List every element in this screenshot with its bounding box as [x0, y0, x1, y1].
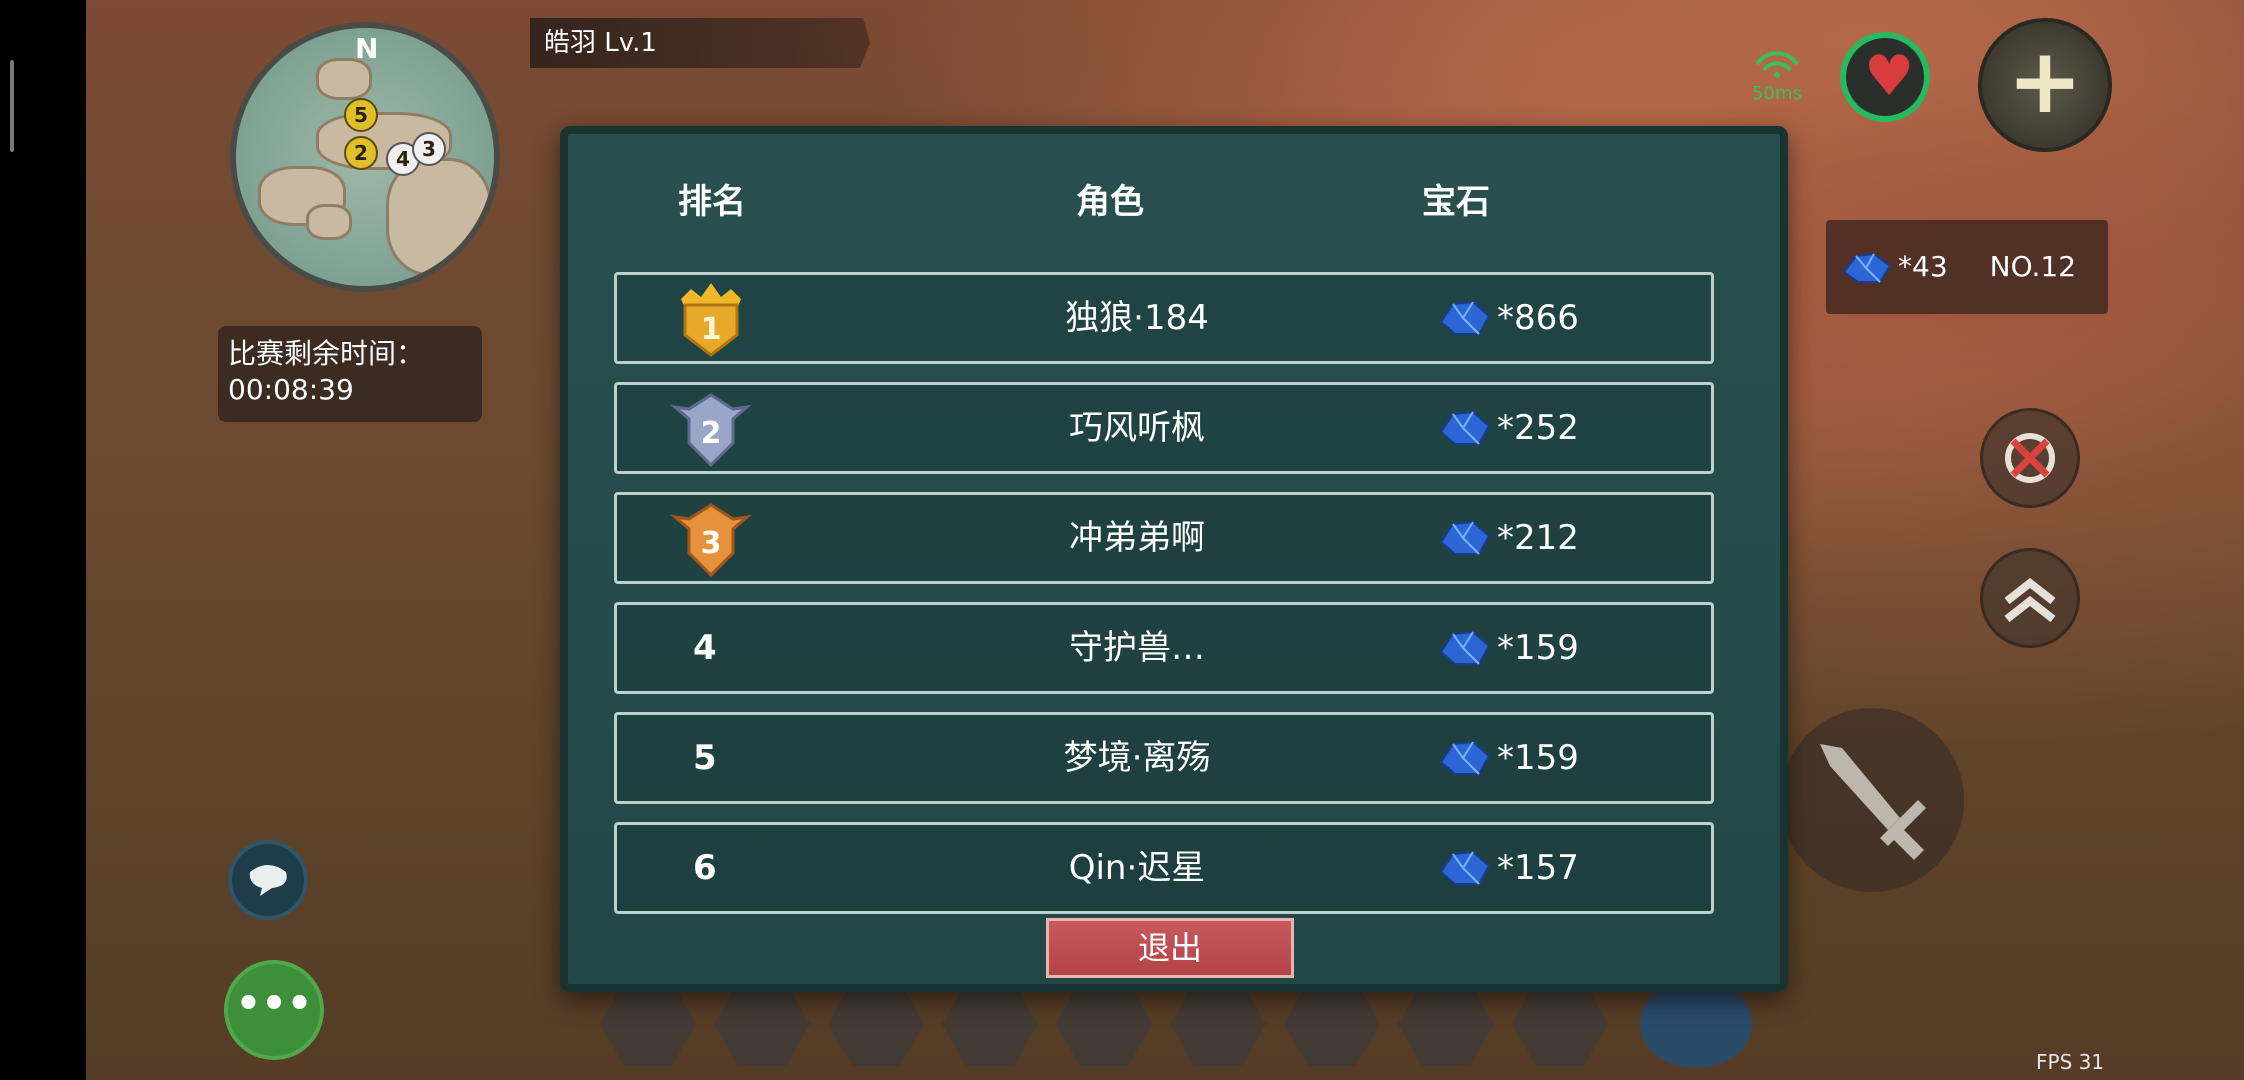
leaderboard-row: 2 巧风听枫 *252 [614, 382, 1714, 474]
gem-value: *252 [1497, 408, 1579, 448]
header-gems: 宝石 [1422, 182, 1490, 222]
double-chevron-up-icon [2004, 577, 2056, 623]
gold-medal-icon: 1 [681, 283, 741, 357]
chat-button[interactable] [228, 840, 308, 920]
health-button[interactable] [1840, 32, 1930, 122]
svg-text:3: 3 [701, 526, 722, 561]
player-name: 梦境·离殇 [1063, 738, 1211, 778]
leaderboard-row: 1 独狼·184 *866 [614, 272, 1714, 364]
minimap-marker: 3 [412, 132, 446, 166]
gem-value: *159 [1497, 628, 1579, 668]
minimap-marker: 5 [344, 98, 378, 132]
header-rank: 排名 [678, 182, 746, 222]
minimap-island [306, 204, 352, 240]
ping-text: 50ms [1752, 83, 1802, 104]
gem-icon [1439, 850, 1491, 885]
rank-number: 5 [693, 738, 717, 778]
gem-count-value: *43 [1898, 250, 1948, 283]
silver-medal-icon: 2 [670, 393, 752, 468]
exit-button[interactable]: 退出 [1046, 918, 1294, 978]
gem-value: *212 [1497, 518, 1579, 558]
player-name: 巧风听枫 [1069, 408, 1205, 448]
more-button[interactable]: ••• [224, 960, 324, 1060]
attack-button[interactable] [1780, 708, 1964, 892]
match-timer: 比赛剩余时间： 00:08:39 [218, 326, 482, 422]
add-button[interactable]: + [1978, 18, 2112, 152]
player-name: 守护兽… [1069, 628, 1205, 668]
rank-number: 6 [693, 848, 717, 888]
gem-icon [1439, 630, 1491, 665]
chat-bubble-icon [249, 865, 287, 896]
system-handle[interactable] [10, 60, 14, 152]
player-rank: NO.12 [1989, 250, 2077, 283]
gem-value: *157 [1497, 848, 1579, 888]
gem-icon [1439, 410, 1491, 445]
no-target-icon [2005, 433, 2055, 483]
svg-text:2: 2 [701, 416, 722, 451]
player-name: 独狼·184 [1065, 298, 1209, 338]
gem-status: *43 NO.12 [1826, 220, 2108, 314]
leaderboard-row: 3 冲弟弟啊 *212 [614, 492, 1714, 584]
sword-icon [1820, 744, 1926, 860]
match-timer-value: 00:08:39 [228, 373, 354, 406]
jump-button[interactable] [1980, 548, 2080, 648]
player-name: Qin·迟星 [1068, 848, 1206, 888]
player-name-level: 皓羽 Lv.1 [530, 18, 870, 68]
minimap-marker: 2 [344, 136, 378, 170]
gem-icon [1439, 300, 1491, 335]
network-status: 50ms [1752, 50, 1802, 104]
minimap-island [316, 58, 372, 100]
gem-icon [1439, 740, 1491, 775]
rank-number: 4 [693, 628, 717, 668]
gem-icon [1842, 252, 1892, 283]
wifi-icon [1755, 51, 1799, 78]
cancel-action-button[interactable] [1980, 408, 2080, 508]
player-name: 冲弟弟啊 [1069, 518, 1205, 558]
leaderboard-row: 4 守护兽… *159 [614, 602, 1714, 694]
header-role: 角色 [1076, 182, 1144, 222]
fps-counter: FPS 31 [2036, 1050, 2105, 1074]
leaderboard-panel: 排名 角色 宝石 1 独狼·184 *866 2 巧风听枫 *252 3 冲弟弟… [560, 126, 1788, 992]
leaderboard-row: 6 Qin·迟星 *157 [614, 822, 1714, 914]
minimap[interactable]: N 5 2 4 3 [230, 22, 500, 292]
leaderboard-row: 5 梦境·离殇 *159 [614, 712, 1714, 804]
match-timer-label: 比赛剩余时间： [228, 337, 425, 370]
gem-icon [1439, 520, 1491, 555]
svg-text:1: 1 [701, 312, 722, 347]
gem-value: *159 [1497, 738, 1579, 778]
backpack-button[interactable] [1640, 980, 1752, 1068]
gem-value: *866 [1497, 298, 1579, 338]
bronze-medal-icon: 3 [670, 503, 752, 578]
system-side-bar [0, 0, 86, 1080]
